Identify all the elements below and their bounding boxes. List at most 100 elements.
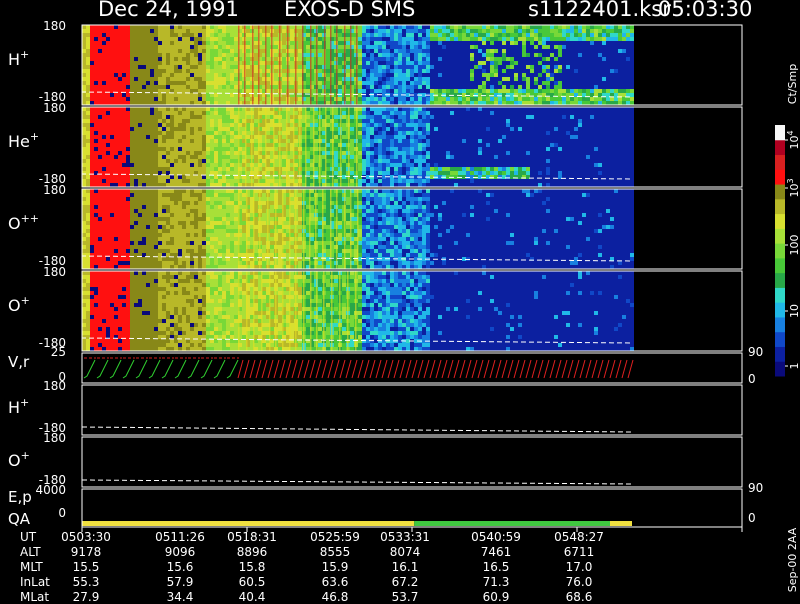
timeline-cell: 16.1 (375, 560, 435, 574)
timeline-cell: 67.2 (375, 575, 435, 589)
colorbar-tick-1: 10 (788, 304, 800, 318)
ytick-max-h-plus: 180 (43, 19, 66, 33)
colorbar-swatch-0 (775, 361, 785, 376)
timeline-cell: 9178 (56, 545, 116, 559)
ep-ytick-max: 4000 (35, 483, 66, 497)
timeline-cell: 53.7 (375, 590, 435, 604)
ytick-max-o-plusplus: 180 (43, 183, 66, 197)
timeline-row-label: ALT (20, 545, 41, 559)
timeline-cell: 34.4 (150, 590, 210, 604)
colorbar-swatch-13 (775, 169, 785, 184)
timeline-cell: 8555 (305, 545, 365, 559)
ytick-max-o-plus: 180 (43, 265, 66, 279)
o-line-ytick-max: 180 (43, 431, 66, 445)
colorbar-swatch-4 (775, 302, 785, 317)
ep-ytick-min: 0 (58, 506, 66, 520)
colorbar-swatch-8 (775, 243, 785, 258)
timeline-cell: 15.6 (150, 560, 210, 574)
timeline-cell: 0548:27 (549, 530, 609, 544)
spectrogram-he-plus (82, 107, 634, 187)
panel-label-vr: V,r (8, 353, 30, 371)
panel-label-h-plus: H+ (8, 48, 29, 69)
timeline-cell: 46.8 (305, 590, 365, 604)
colorbar-swatch-5 (775, 287, 785, 302)
colorbar-swatch-14 (775, 155, 785, 170)
vr-right-tick-bottom: 0 (748, 372, 756, 386)
colorbar-swatch-7 (775, 258, 785, 273)
spectrogram-o-plus (82, 271, 634, 351)
panel-label-h-line: H+ (8, 396, 29, 417)
qa-segment-2 (610, 521, 632, 526)
colorbar-swatch-15 (775, 140, 785, 155)
colorbar-swatch-10 (775, 214, 785, 229)
timeline-cell: 17.0 (549, 560, 609, 574)
timeline-cell: 15.8 (222, 560, 282, 574)
timeline-cell: 0503:30 (56, 530, 116, 544)
spectrogram-layer (82, 25, 634, 351)
timeline-cell: 7461 (466, 545, 526, 559)
spectrogram-o-plusplus (82, 189, 634, 269)
ep-right-tick-bottom: 0 (748, 511, 756, 525)
colorbar-unit-label: Ct/Smp (786, 64, 799, 104)
timeline-cell: 55.3 (56, 575, 116, 589)
timeline-cell: 0518:31 (222, 530, 282, 544)
qa-bar (82, 521, 632, 526)
timeline-cell: 57.9 (150, 575, 210, 589)
timeline-cell: 63.6 (305, 575, 365, 589)
panel-label-he-plus: He+ (8, 130, 39, 151)
timeline-cell: 8896 (222, 545, 282, 559)
timeline-cell: 27.9 (56, 590, 116, 604)
footer-note: Sep-00 2AA (786, 527, 799, 592)
colorbar-swatch-16 (775, 125, 785, 140)
timeline-cell: 60.5 (222, 575, 282, 589)
timeline-cell: 0533:31 (375, 530, 435, 544)
spectrogram-h-plus (82, 25, 634, 105)
timeline-cell: 71.3 (466, 575, 526, 589)
timeline-cell: 76.0 (549, 575, 609, 589)
timeline-cell: 9096 (150, 545, 210, 559)
timeline-cell: 0525:59 (305, 530, 365, 544)
o-plus-line-plot (82, 480, 632, 484)
h-line-ytick-max: 180 (43, 379, 66, 393)
colorbar-tick-3: 103 (786, 178, 800, 197)
colorbar-swatch-6 (775, 273, 785, 288)
colorbar-swatch-12 (775, 184, 785, 199)
panel-frame-6 (82, 437, 742, 487)
qa-segment-0 (82, 521, 414, 526)
timeline-row-label: MLat (20, 590, 49, 604)
timeline-cell: 60.9 (466, 590, 526, 604)
timeline-cell: 68.6 (549, 590, 609, 604)
timeline-cell: 6711 (549, 545, 609, 559)
colorbar-tick-2: 100 (788, 235, 800, 256)
timeline-row-label: InLat (20, 575, 50, 589)
timeline-row-label: UT (20, 530, 36, 544)
colorbar-swatch-9 (775, 228, 785, 243)
ytick-max-he-plus: 180 (43, 101, 66, 115)
timeline-cell: 0511:26 (150, 530, 210, 544)
colorbar-swatch-3 (775, 317, 785, 332)
timeline-cell: 40.4 (222, 590, 282, 604)
colorbar: 1 10 100 103 104 (775, 125, 800, 377)
vr-right-tick-top: 90 (748, 345, 763, 359)
colorbar-tick-4: 104 (786, 130, 800, 149)
h-plus-line-plot (82, 427, 632, 432)
qa-segment-1 (414, 521, 610, 526)
timeline-row-label: MLT (20, 560, 43, 574)
vr-ytick-max: 25 (51, 345, 66, 359)
vr-plot (84, 358, 633, 378)
plot-canvas: H+180-180He+180-180O++180-180O+180-180V,… (0, 0, 800, 600)
colorbar-swatch-2 (775, 332, 785, 347)
panel-label-o-line: O+ (8, 449, 30, 470)
panel-label-qa: QA (8, 510, 31, 528)
timeline-cell: 0540:59 (466, 530, 526, 544)
colorbar-swatch-11 (775, 199, 785, 214)
timeline-cell: 15.5 (56, 560, 116, 574)
colorbar-swatch-1 (775, 346, 785, 361)
ep-right-tick-top: 90 (748, 481, 763, 495)
panel-label-o-plusplus: O++ (8, 212, 39, 233)
timeline-cell: 8074 (375, 545, 435, 559)
panel-label-ep: E,p (8, 488, 32, 506)
timeline-cell: 15.9 (305, 560, 365, 574)
colorbar-tick-0: 1 (788, 363, 800, 370)
timeline-cell: 16.5 (466, 560, 526, 574)
